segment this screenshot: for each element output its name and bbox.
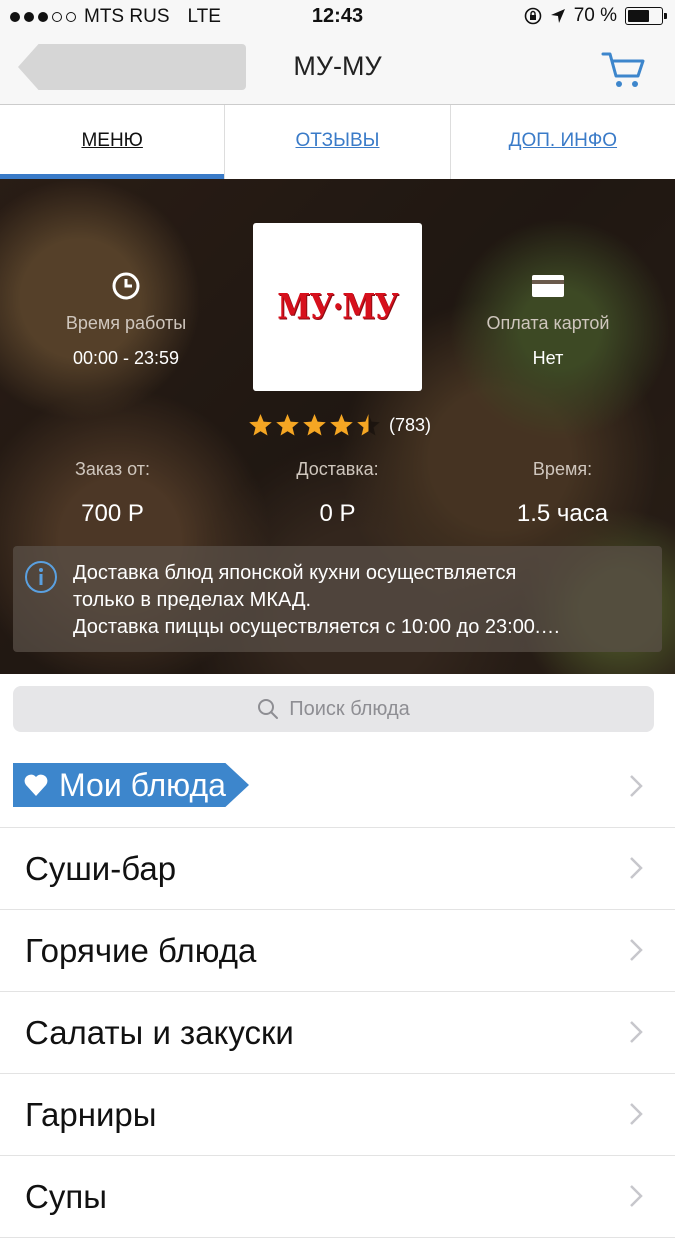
chevron-right-icon: [630, 1185, 643, 1207]
heart-icon: [24, 774, 48, 796]
navigation-bar: МУ-МУ: [0, 34, 675, 105]
tab-reviews[interactable]: ОТЗЫВЫ: [225, 105, 451, 179]
info-icon: [25, 561, 57, 593]
delivery-time-label: Время:: [532, 459, 593, 479]
min-order-label: Заказ от:: [74, 459, 151, 479]
star-icon: [249, 414, 272, 436]
search-input[interactable]: Поиск блюда: [13, 686, 654, 732]
rating[interactable]: (783): [248, 413, 431, 437]
logo-text: МУ·МУ: [277, 286, 399, 328]
delivery-time-value: 1.5 часа: [516, 500, 609, 527]
list-item[interactable]: Суши-бар: [0, 828, 675, 910]
chevron-right-icon: [630, 1103, 643, 1125]
rating-count: (783): [389, 414, 432, 435]
tab-extra-info[interactable]: ДОП. ИНФО: [451, 105, 675, 179]
star-icon: [330, 414, 353, 436]
delivery-info-banner[interactable]: Доставка блюд японской кухни осуществляе…: [13, 546, 662, 652]
info-line: Доставка блюд японской кухни осуществляе…: [73, 562, 517, 584]
restaurant-header: Время работы 00:00 - 23:59 МУ·МУ Оплата …: [0, 179, 675, 674]
battery-icon: [625, 7, 667, 25]
page-title: МУ-МУ: [293, 51, 382, 81]
search-area: Поиск блюда: [0, 674, 675, 746]
category-label: Гарниры: [25, 1096, 157, 1133]
delivery-stats: Заказ от: 700 Р Доставка: 0 Р Время: 1.5…: [0, 459, 675, 528]
category-label: Суши-бар: [25, 850, 177, 887]
card-payment-value: Нет: [532, 348, 564, 368]
info-line: только в пределах МКАД.: [73, 589, 312, 611]
chevron-right-icon: [630, 1021, 643, 1043]
search-placeholder: Поиск блюда: [289, 697, 410, 720]
working-hours: Время работы 00:00 - 23:59: [26, 269, 226, 369]
clock-icon: [112, 272, 140, 300]
category-label: Горячие блюда: [25, 932, 257, 969]
delivery-cost-label: Доставка:: [296, 459, 379, 479]
cart-icon[interactable]: [601, 50, 645, 90]
working-hours-value: 00:00 - 23:59: [72, 348, 180, 368]
min-order-value: 700 Р: [81, 500, 144, 527]
rotation-lock-icon: [524, 7, 541, 25]
favorites-label: Мои блюда: [59, 766, 226, 803]
min-order: Заказ от: 700 Р: [0, 459, 225, 528]
list-item-favorites[interactable]: Мои блюда: [0, 746, 675, 828]
category-list: Мои блюда Суши-бар Горячие блюда Салаты …: [0, 746, 675, 1238]
list-item[interactable]: Супы: [0, 1156, 675, 1238]
tab-menu[interactable]: МЕНЮ: [0, 105, 226, 179]
category-label: Салаты и закуски: [25, 1014, 294, 1051]
star-icon: [303, 414, 326, 436]
star-icon: [357, 414, 380, 436]
status-bar: MTS RUS LTE 12:43 70 %: [0, 0, 675, 34]
location-arrow-icon: [550, 9, 565, 23]
rating-stars: [248, 413, 381, 437]
working-hours-label: Время работы: [65, 313, 187, 333]
delivery-time: Время: 1.5 часа: [450, 459, 675, 528]
credit-card-icon: [532, 275, 564, 297]
list-item[interactable]: Салаты и закуски: [0, 992, 675, 1074]
battery-percent: 70 %: [573, 5, 617, 26]
favorites-badge: Мои блюда: [13, 763, 249, 807]
star-icon: [276, 414, 299, 436]
info-line: Доставка пиццы осуществляется с 10:00 до…: [73, 616, 561, 638]
delivery-cost-value: 0 Р: [319, 500, 356, 527]
chevron-right-icon: [630, 775, 643, 797]
card-payment-label: Оплата картой: [486, 313, 610, 333]
delivery-cost: Доставка: 0 Р: [225, 459, 450, 528]
tab-bar: МЕНЮ ОТЗЫВЫ ДОП. ИНФО: [0, 105, 675, 179]
restaurant-logo: МУ·МУ: [253, 223, 422, 391]
search-icon: [258, 699, 279, 719]
list-item[interactable]: Горячие блюда: [0, 910, 675, 992]
category-label: Супы: [25, 1178, 107, 1215]
card-payment: Оплата картой Нет: [448, 269, 648, 369]
chevron-right-icon: [630, 939, 643, 961]
chevron-right-icon: [630, 857, 643, 879]
list-item[interactable]: Гарниры: [0, 1074, 675, 1156]
status-right: 70 %: [524, 5, 667, 27]
delivery-info-text: Доставка блюд японской кухни осуществляе…: [73, 560, 652, 641]
